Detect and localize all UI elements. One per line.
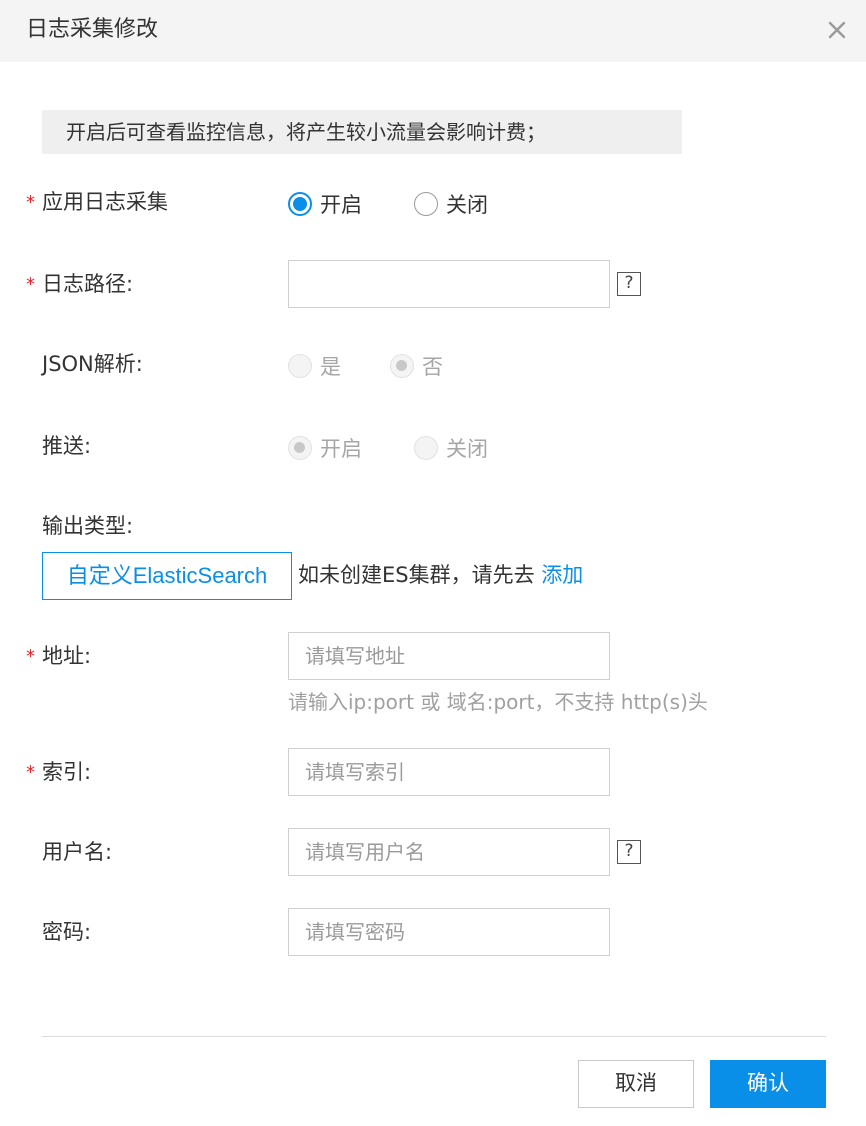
required-mark: *	[26, 274, 35, 295]
address-label: 地址:	[42, 644, 92, 668]
json-parse-label: JSON解析:	[42, 352, 143, 376]
username-label: 用户名:	[42, 840, 113, 864]
radio-unchecked-icon	[414, 192, 438, 216]
app-log-on-radio[interactable]: 开启	[288, 188, 362, 220]
radio-label: 是	[320, 355, 341, 379]
radio-disabled-checked-icon	[390, 354, 414, 378]
radio-disabled-icon	[414, 436, 438, 460]
custom-elasticsearch-button[interactable]: 自定义ElasticSearch	[42, 552, 292, 600]
radio-disabled-checked-icon	[288, 436, 312, 460]
dialog-header: 日志采集修改	[0, 0, 866, 62]
password-label: 密码:	[42, 920, 92, 944]
radio-label: 关闭	[446, 437, 488, 461]
output-type-label: 输出类型:	[42, 514, 134, 538]
radio-label: 开启	[320, 437, 362, 461]
username-input[interactable]	[288, 828, 610, 876]
json-parse-no-radio[interactable]: 否	[390, 350, 443, 382]
required-mark: *	[26, 762, 35, 783]
cancel-button[interactable]: 取消	[578, 1060, 694, 1108]
radio-label: 否	[422, 355, 443, 379]
push-off-radio[interactable]: 关闭	[414, 432, 488, 464]
close-icon[interactable]	[824, 17, 850, 43]
dialog-title: 日志采集修改	[26, 17, 159, 42]
index-input[interactable]	[288, 748, 610, 796]
push-label: 推送:	[42, 434, 92, 458]
help-icon[interactable]: ?	[617, 840, 641, 864]
radio-checked-icon	[288, 192, 312, 216]
notice-banner: 开启后可查看监控信息，将产生较小流量会影响计费；	[42, 110, 682, 154]
app-log-off-radio[interactable]: 关闭	[414, 188, 488, 220]
log-path-input[interactable]	[288, 260, 610, 308]
radio-label: 关闭	[446, 193, 488, 217]
radio-label: 开启	[320, 193, 362, 217]
json-parse-yes-radio[interactable]: 是	[288, 350, 341, 382]
help-icon[interactable]: ?	[617, 272, 641, 296]
es-hint: 如未创建ES集群，请先去 添加	[298, 559, 583, 591]
push-on-radio[interactable]: 开启	[288, 432, 362, 464]
es-hint-text: 如未创建ES集群，请先去	[298, 563, 535, 587]
required-mark: *	[26, 192, 35, 213]
password-input[interactable]	[288, 908, 610, 956]
radio-disabled-icon	[288, 354, 312, 378]
required-mark: *	[26, 646, 35, 667]
address-input[interactable]	[288, 632, 610, 680]
index-label: 索引:	[42, 760, 92, 784]
confirm-button[interactable]: 确认	[710, 1060, 826, 1108]
log-path-label: 日志路径:	[42, 272, 134, 296]
app-log-label: 应用日志采集	[42, 190, 168, 214]
add-es-link[interactable]: 添加	[541, 563, 583, 587]
address-hint: 请输入ip:port 或 域名:port，不支持 http(s)头	[288, 690, 708, 714]
footer-divider	[42, 1036, 826, 1037]
